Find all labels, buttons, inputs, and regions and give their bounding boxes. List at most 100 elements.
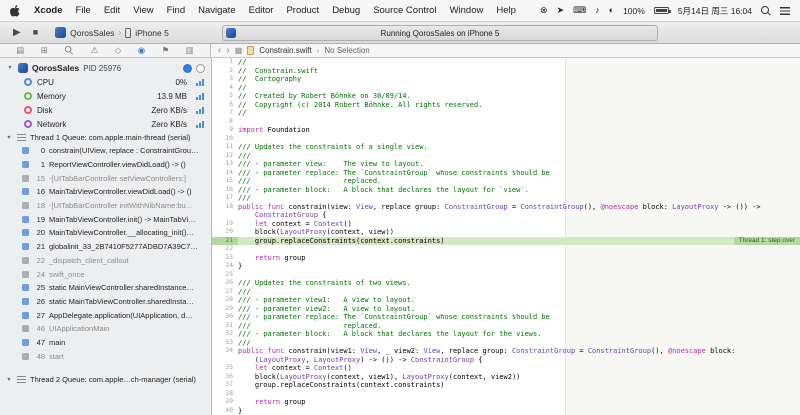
- code-line[interactable]: 34 public func constrain(view1: View, _ v…: [212, 347, 800, 356]
- line-number[interactable]: 5: [212, 92, 238, 101]
- code-line[interactable]: 37 group.replaceConstraints(context.cons…: [212, 381, 800, 390]
- code-line[interactable]: 25: [212, 271, 800, 280]
- menu-item-navigate[interactable]: Navigate: [198, 5, 236, 16]
- stop-button[interactable]: ■: [30, 27, 41, 38]
- circle-x-status-icon[interactable]: ⊗: [540, 5, 548, 16]
- process-row[interactable]: ▼ QorosSales PID 25976: [0, 61, 211, 75]
- line-number[interactable]: 30: [212, 313, 238, 322]
- code-line[interactable]: 33///: [212, 339, 800, 348]
- stack-frame[interactable]: 16 MainTabViewController.viewDidLoad() ->…: [0, 185, 211, 199]
- code-line[interactable]: 19 let context = Context(): [212, 220, 800, 229]
- line-number[interactable]: 32: [212, 330, 238, 339]
- menu-item-window[interactable]: Window: [450, 5, 484, 16]
- menu-item-debug[interactable]: Debug: [332, 5, 360, 16]
- gauge-row-network[interactable]: Network Zero KB/s: [0, 117, 211, 131]
- line-number[interactable]: 38: [212, 390, 238, 399]
- stack-frame[interactable]: 18 -[UITabBarController initWithNibName:b…: [0, 199, 211, 213]
- disclosure-triangle-icon[interactable]: ▼: [5, 377, 13, 383]
- code-line[interactable]: 26/// Updates the constraints of two vie…: [212, 279, 800, 288]
- code-line[interactable]: 8: [212, 118, 800, 127]
- line-number[interactable]: 9: [212, 126, 238, 135]
- code-line[interactable]: 4//: [212, 84, 800, 93]
- line-number[interactable]: 21: [212, 236, 238, 245]
- code-line[interactable]: ConstraintGroup {: [212, 211, 800, 220]
- symbol-navigator-icon[interactable]: ⊞: [41, 46, 48, 55]
- menu-item-xcode[interactable]: Xcode: [34, 5, 63, 16]
- stack-frame[interactable]: 20 MainTabViewController.__allocating_ini…: [0, 226, 211, 240]
- code-line[interactable]: 13/// - parameter view: The view to layo…: [212, 160, 800, 169]
- code-line[interactable]: 17///: [212, 194, 800, 203]
- thread-row[interactable]: ▼ Thread 1 Queue: com.apple.main-thread (…: [0, 131, 211, 144]
- code-line[interactable]: 18 public func constrain(view: View, repl…: [212, 203, 800, 212]
- code-line[interactable]: 32/// - parameter block: A block that de…: [212, 330, 800, 339]
- share-status-icon[interactable]: ➤: [557, 5, 565, 16]
- line-number[interactable]: 37: [212, 381, 238, 390]
- code-line[interactable]: 23 return group: [212, 254, 800, 263]
- keyboard-status-icon[interactable]: ⌨: [573, 5, 586, 16]
- stack-frame[interactable]: 27 AppDelegate.application(UIApplication,…: [0, 308, 211, 322]
- line-number[interactable]: 4: [212, 84, 238, 93]
- line-number[interactable]: 40: [212, 407, 238, 415]
- stack-frame[interactable]: 25 static MainViewController.sharedInstan…: [0, 281, 211, 295]
- line-number[interactable]: 1: [212, 58, 238, 67]
- apple-menu[interactable]: [10, 4, 21, 17]
- line-number[interactable]: 27: [212, 288, 238, 297]
- gauge-row-memory[interactable]: Memory 13.9 MB: [0, 89, 211, 103]
- disclosure-triangle-icon[interactable]: ▼: [5, 135, 13, 141]
- line-number[interactable]: 22: [212, 245, 238, 254]
- menu-item-view[interactable]: View: [133, 5, 153, 16]
- line-number[interactable]: 36: [212, 373, 238, 382]
- notification-center-icon[interactable]: [780, 6, 790, 15]
- run-button[interactable]: ▶: [10, 27, 24, 38]
- breadcrumb-symbol[interactable]: No Selection: [324, 46, 369, 55]
- pause-indicator-icon[interactable]: [196, 63, 205, 73]
- stack-frame[interactable]: 24 swift_once: [0, 267, 211, 281]
- code-line[interactable]: 29/// - parameter view2: A view to layou…: [212, 305, 800, 314]
- code-line[interactable]: 38: [212, 390, 800, 399]
- bell-status-icon[interactable]: ♪: [595, 5, 600, 16]
- instruction-pointer-badge[interactable]: Thread 1: step over: [733, 236, 800, 245]
- line-number[interactable]: 23: [212, 254, 238, 263]
- breadcrumb-file[interactable]: Constrain.swift: [259, 46, 311, 55]
- project-navigator-icon[interactable]: ▤: [16, 46, 24, 55]
- line-number[interactable]: 15: [212, 177, 238, 186]
- code-line[interactable]: 36 block(LayoutProxy(context, view1), La…: [212, 373, 800, 382]
- forward-button[interactable]: ›: [226, 45, 229, 56]
- code-line[interactable]: 30/// - parameter replace: The `Constrai…: [212, 313, 800, 322]
- related-items-icon[interactable]: ▦: [235, 46, 243, 55]
- code-line[interactable]: 27///: [212, 288, 800, 297]
- menubar-datetime[interactable]: 5月14日 周三 16:04: [678, 5, 752, 17]
- code-line[interactable]: 12///: [212, 152, 800, 161]
- menu-item-find[interactable]: Find: [167, 5, 185, 16]
- line-number[interactable]: 11: [212, 143, 238, 152]
- find-navigator-icon[interactable]: [64, 45, 74, 57]
- code-line[interactable]: 15/// replaced.: [212, 177, 800, 186]
- stack-frame[interactable]: 21 globalinit_33_2B7410F5277ADBD7A39C7…: [0, 240, 211, 254]
- line-number[interactable]: 29: [212, 305, 238, 314]
- scheme-device[interactable]: iPhone 5: [135, 28, 169, 38]
- report-navigator-icon[interactable]: ▥: [186, 46, 194, 55]
- line-number[interactable]: 26: [212, 279, 238, 288]
- line-number[interactable]: 19: [212, 220, 238, 229]
- line-number[interactable]: 20: [212, 228, 238, 237]
- code-line[interactable]: 14/// - parameter replace: The `Constrai…: [212, 169, 800, 178]
- menu-item-editor[interactable]: Editor: [249, 5, 274, 16]
- line-number[interactable]: 12: [212, 152, 238, 161]
- display-status-icon[interactable]: ◐: [609, 5, 614, 16]
- code-line[interactable]: 6// Copyright (c) 2014 Robert Böhnke. Al…: [212, 101, 800, 110]
- code-line[interactable]: (LayoutProxy, LayoutProxy) -> ()) -> Con…: [212, 356, 800, 365]
- line-number[interactable]: 17: [212, 194, 238, 203]
- line-number[interactable]: 24: [212, 262, 238, 271]
- line-number[interactable]: 10: [212, 135, 238, 144]
- stack-frame[interactable]: 1 ReportViewController.viewDidLoad() -> (…: [0, 158, 211, 172]
- line-number[interactable]: 13: [212, 160, 238, 169]
- line-number[interactable]: 18: [212, 203, 238, 212]
- code-line[interactable]: 35 let context = Context(): [212, 364, 800, 373]
- code-line[interactable]: 39 return group: [212, 398, 800, 407]
- thread-row[interactable]: ▼ Thread 2 Queue: com.apple…ch-manager (s…: [0, 373, 211, 386]
- gauge-row-cpu[interactable]: CPU 0%: [0, 75, 211, 89]
- code-line[interactable]: 31/// replaced.: [212, 322, 800, 331]
- code-line[interactable]: 21 group.replaceConstraints(context.cons…: [212, 236, 800, 245]
- scheme-selector[interactable]: QorosSales › iPhone 5: [55, 27, 169, 38]
- code-line[interactable]: 40}: [212, 407, 800, 415]
